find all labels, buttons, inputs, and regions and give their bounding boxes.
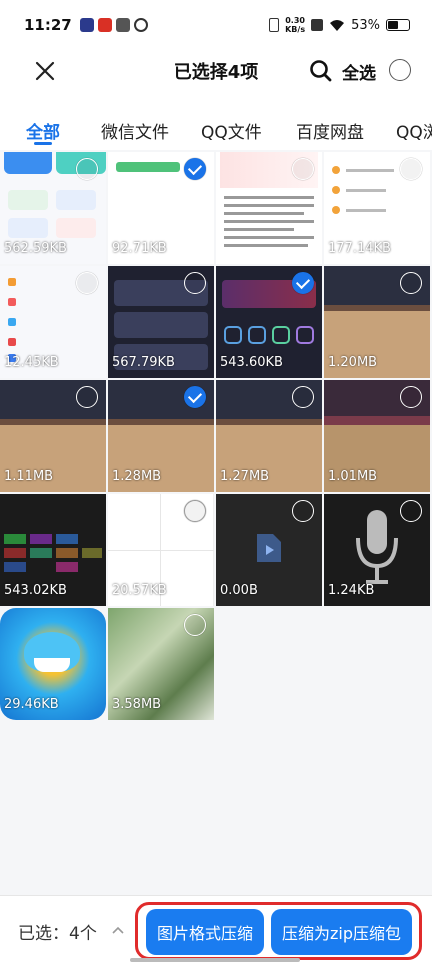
tab-qq-browser[interactable]: QQ浏 (396, 118, 432, 143)
microphone-icon (356, 510, 398, 584)
file-size: 1.20MB (328, 355, 378, 370)
battery-icon (386, 19, 410, 31)
file-size: 3.58MB (112, 697, 162, 712)
status-bar: 11:27 0.30 KB/s 53% (0, 0, 432, 50)
header: 已选择4项 全选 (0, 50, 432, 92)
tab-all[interactable]: 全部 (26, 118, 60, 143)
vibrate-icon (269, 18, 280, 32)
file-size: 543.60KB (220, 355, 283, 370)
file-size: 1.27MB (220, 469, 270, 484)
grid-item[interactable]: 543.60KB (216, 266, 322, 378)
file-size: 177.14KB (328, 241, 391, 256)
zip-compress-button[interactable]: 压缩为zip压缩包 (271, 909, 412, 955)
select-checkbox[interactable] (292, 386, 314, 408)
link-notification-icon (133, 18, 148, 32)
grid-item[interactable]: 3.58MB (108, 608, 214, 720)
select-checkbox[interactable] (400, 500, 422, 522)
select-checkbox[interactable] (400, 272, 422, 294)
select-checkbox[interactable] (184, 386, 206, 408)
file-size: 543.02KB (4, 583, 67, 598)
tab-indicator (34, 142, 52, 145)
grid-item[interactable] (216, 152, 322, 264)
battery-percent: 53% (351, 17, 380, 33)
file-size: 12.45KB (4, 355, 59, 370)
tab-baidu-netdisk[interactable]: 百度网盘 (296, 118, 364, 143)
news-notification-icon (97, 18, 112, 32)
select-checkbox[interactable] (76, 158, 98, 180)
file-size: 1.01MB (328, 469, 378, 484)
file-size: 1.11MB (4, 469, 54, 484)
grid-item[interactable]: 1.28MB (108, 380, 214, 492)
select-checkbox[interactable] (400, 386, 422, 408)
grid-item[interactable]: 1.11MB (0, 380, 106, 492)
grid-item[interactable]: 177.14KB (324, 152, 430, 264)
select-checkbox[interactable] (292, 158, 314, 180)
select-checkbox[interactable] (184, 614, 206, 636)
file-size: 1.24KB (328, 583, 375, 598)
grid-item[interactable]: 1.24KB (324, 494, 430, 606)
select-checkbox[interactable] (184, 272, 206, 294)
grid-item[interactable]: 0.00B (216, 494, 322, 606)
grid-item[interactable]: 1.01MB (324, 380, 430, 492)
grid-item[interactable]: 567.79KB (108, 266, 214, 378)
select-checkbox[interactable] (292, 500, 314, 522)
home-indicator (130, 958, 300, 962)
select-checkbox[interactable] (76, 272, 98, 294)
status-time: 11:27 (24, 16, 72, 34)
select-all-checkbox[interactable] (389, 59, 411, 81)
grid-item[interactable]: 12.45KB (0, 266, 106, 378)
tab-wechat-files[interactable]: 微信文件 (101, 118, 169, 143)
video-file-icon (257, 534, 281, 562)
grid-item[interactable]: 20.57KB (108, 494, 214, 606)
grid-item[interactable]: 1.27MB (216, 380, 322, 492)
grid-item[interactable]: 543.02KB (0, 494, 106, 606)
file-size: 1.28MB (112, 469, 162, 484)
grid-item[interactable]: 562.59KB (0, 152, 106, 264)
image-format-compress-button[interactable]: 图片格式压缩 (146, 909, 264, 955)
grid-item[interactable]: 29.46KB (0, 608, 106, 720)
file-size: 20.57KB (112, 583, 167, 598)
grid-item[interactable]: 1.20MB (324, 266, 430, 378)
file-size: 0.00B (220, 583, 258, 598)
message-notification-icon (115, 18, 130, 32)
grid-item[interactable]: 92.71KB (108, 152, 214, 264)
file-size: 29.46KB (4, 697, 59, 712)
file-size: 562.59KB (4, 241, 67, 256)
select-checkbox[interactable] (76, 386, 98, 408)
file-size: 92.71KB (112, 241, 167, 256)
app-notification-icon (79, 18, 94, 32)
chevron-up-icon[interactable] (112, 924, 124, 936)
select-all-label[interactable]: 全选 (342, 59, 376, 84)
file-size: 567.79KB (112, 355, 175, 370)
search-icon[interactable] (308, 58, 334, 84)
category-tabs: 全部 微信文件 QQ文件 百度网盘 QQ浏 (0, 92, 432, 150)
selected-count: 已选：4个 (18, 924, 97, 944)
tab-qq-files[interactable]: QQ文件 (201, 118, 262, 143)
select-checkbox[interactable] (184, 158, 206, 180)
wifi-icon (330, 19, 345, 31)
net-speed: 0.30 KB/s (285, 16, 306, 34)
bottom-action-bar: 已选：4个 图片格式压缩 压缩为zip压缩包 (0, 895, 432, 964)
select-checkbox[interactable] (400, 158, 422, 180)
select-checkbox[interactable] (292, 272, 314, 294)
no-sim-icon (311, 19, 324, 31)
select-checkbox[interactable] (184, 500, 206, 522)
